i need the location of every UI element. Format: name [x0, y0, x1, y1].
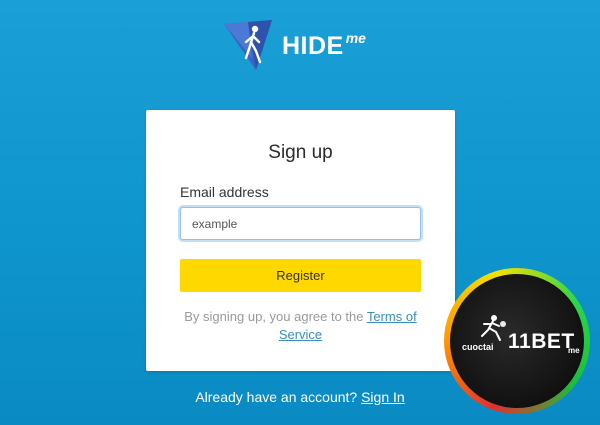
terms-text: By signing up, you agree to the — [184, 309, 367, 324]
watermark-badge: cuoctai 11BET me — [444, 268, 590, 414]
signup-card: Sign up Email address Register By signin… — [146, 110, 455, 371]
email-label: Email address — [180, 184, 269, 200]
runner-figure-icon — [481, 315, 506, 341]
hideme-triangle-walker-icon — [224, 20, 272, 70]
terms-notice: By signing up, you agree to the Terms of… — [176, 308, 425, 344]
logo-wordmark-suffix: me — [345, 30, 366, 46]
signin-link[interactable]: Sign In — [361, 389, 405, 405]
register-button[interactable]: Register — [180, 259, 421, 292]
logo-wordmark: HIDE — [282, 31, 344, 60]
badge-left-text: cuoctai — [462, 342, 494, 352]
email-field[interactable] — [180, 207, 421, 240]
page-title: Sign up — [268, 142, 333, 163]
signin-prompt-text: Already have an account? — [195, 389, 362, 405]
watermark-badge-inner: cuoctai 11BET me — [450, 274, 584, 408]
hideme-logo[interactable]: HIDE me — [222, 18, 366, 74]
badge-right-text: me — [568, 346, 580, 355]
badge-brand-text: 11BET — [508, 330, 575, 353]
